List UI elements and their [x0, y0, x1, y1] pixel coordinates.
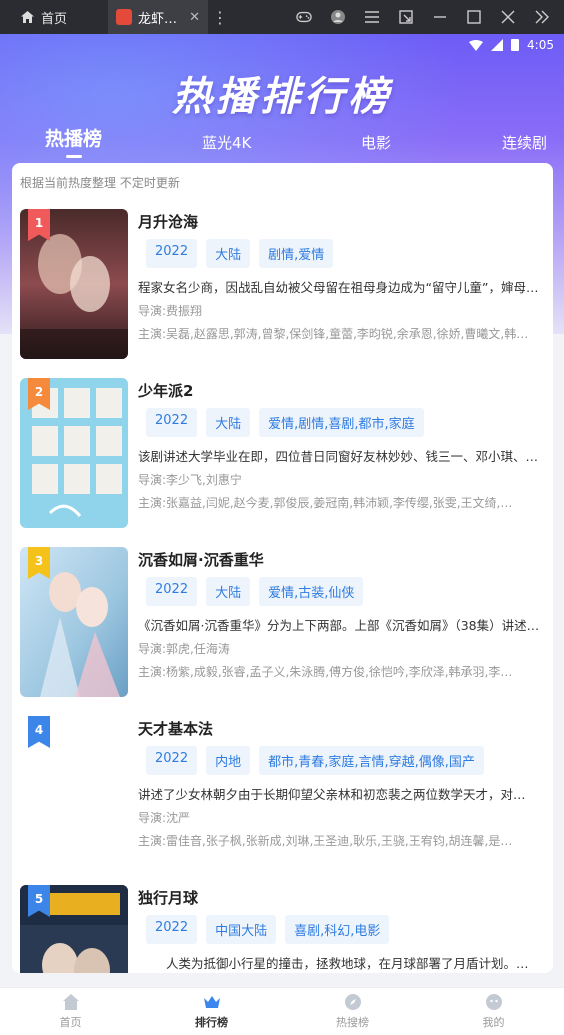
item-description: 人类为抵御小行星的撞击，拯救地球，在月球部署了月盾计划。…: [166, 956, 529, 971]
item-description: 该剧讲述大学毕业在即，四位昔日同窗好友林妙妙、钱三一、邓小琪、江天昊…: [138, 449, 543, 464]
item-title[interactable]: 天才基本法: [138, 718, 213, 739]
item-cast: 主演:雷佳音,张子枫,张新成,刘琳,王圣迪,耿乐,王骁,王宥钧,胡连馨,是…: [138, 834, 513, 848]
item-description: 程家女名少商，因战乱自幼被父母留在祖母身边成为“留守儿童”，婶母苛刻…: [138, 280, 543, 295]
wifi-icon: [469, 39, 484, 51]
collapse-icon[interactable]: [534, 9, 550, 25]
tab-bluray-4k[interactable]: 蓝光4K: [202, 132, 251, 153]
minimize-icon[interactable]: [432, 9, 448, 25]
gamepad-icon[interactable]: [296, 9, 312, 25]
tag-year[interactable]: 2022: [146, 746, 198, 775]
tab-movie[interactable]: 电影: [361, 132, 391, 153]
user-circle-icon[interactable]: [330, 9, 346, 25]
category-tabs: 热播榜 蓝光4K 电影 连续剧: [0, 124, 564, 164]
tab-label: 蓝光4K: [202, 134, 252, 152]
tag-genre[interactable]: 爱情,剧情,喜剧,都市,家庭: [259, 408, 424, 437]
tag-genre[interactable]: 都市,青春,家庭,言情,穿越,偶像,国产: [259, 746, 484, 775]
tag-year[interactable]: 2022: [146, 408, 198, 437]
nav-home[interactable]: 首页: [0, 988, 141, 1035]
item-description: 讲述了少女林朝夕由于长期仰望父亲林和初恋裴之两位数学天才，对…: [138, 787, 526, 802]
tag-region[interactable]: 大陆: [206, 239, 251, 268]
nav-label: 排行榜: [195, 1016, 228, 1029]
tab-series[interactable]: 连续剧: [502, 132, 547, 153]
tab-label: 热播榜: [45, 128, 103, 150]
status-bar: 4:05: [469, 38, 554, 52]
item-cast: 主演:张嘉益,闫妮,赵今麦,郭俊辰,姜冠南,韩沛颖,李传缨,张雯,王文绮,…: [138, 496, 513, 510]
battery-icon: [511, 39, 520, 51]
nav-ranking[interactable]: 排行榜: [141, 988, 282, 1035]
app-tab-label: 龙虾…: [138, 11, 178, 27]
phone-screen: 4:05 热播排行榜 热播榜 蓝光4K 电影 连续剧 根据当前热度整理 不定时更…: [0, 34, 564, 1035]
close-icon[interactable]: [500, 9, 516, 25]
tag-genre[interactable]: 爱情,古装,仙侠: [259, 577, 364, 606]
item-director: 导演:李少飞,刘惠宁: [138, 473, 242, 487]
ranking-list: 根据当前热度整理 不定时更新 1 月升沧海 2022 大陆 剧情,爱情 程家女名…: [12, 163, 553, 973]
tab-hot[interactable]: 热播榜: [45, 124, 103, 158]
tag-year[interactable]: 2022: [146, 915, 198, 944]
tag-genre[interactable]: 剧情,爱情: [259, 239, 334, 268]
crown-icon: [203, 996, 220, 1008]
list-subtitle: 根据当前热度整理 不定时更新: [20, 176, 180, 190]
app-icon: [116, 9, 132, 25]
tab-label: 电影: [361, 134, 392, 152]
tag-group: 2022 内地 都市,青春,家庭,言情,穿越,偶像,国产: [146, 746, 484, 775]
list-item[interactable]: 1 月升沧海 2022 大陆 剧情,爱情 程家女名少商，因战乱自幼被父母留在祖母…: [20, 209, 545, 359]
item-director: 导演:沈严: [138, 811, 191, 825]
page-title: 热播排行榜: [172, 74, 392, 120]
item-description: 《沉香如屑·沉香重华》分为上下两部。上部《沉香如屑》（38集）讲述…: [138, 618, 540, 633]
list-item[interactable]: 4 天才基本法 2022 内地 都市,青春,家庭,言情,穿越,偶像,国产 讲述了…: [20, 716, 545, 866]
home-icon: [21, 11, 34, 23]
item-cast: 主演:吴磊,赵露思,郭涛,曾黎,保剑锋,童蕾,李昀锐,余承恩,徐娇,曹曦文,韩…: [138, 327, 529, 341]
item-title[interactable]: 独行月球: [138, 887, 198, 908]
list-item[interactable]: 2 少年派2 2022 大陆 爱情,剧情,喜剧,都市,家庭 该剧讲述大学毕业在即…: [20, 378, 545, 528]
status-time: 4:05: [527, 38, 554, 52]
tag-year[interactable]: 2022: [146, 577, 198, 606]
item-director: 导演:费振翔: [138, 304, 203, 318]
more-icon[interactable]: ⋮: [208, 8, 232, 27]
tag-group: 2022 大陆 爱情,剧情,喜剧,都市,家庭: [146, 408, 424, 437]
tag-region[interactable]: 大陆: [206, 577, 251, 606]
tag-genre[interactable]: 喜剧,科幻,电影: [285, 915, 390, 944]
nav-label: 首页: [59, 1016, 82, 1029]
tab-active-indicator: [65, 155, 82, 158]
item-title[interactable]: 沉香如屑·沉香重华: [138, 549, 264, 570]
tag-region[interactable]: 大陆: [206, 408, 251, 437]
home-tab-label: 首页: [41, 11, 68, 27]
tag-region[interactable]: 内地: [206, 746, 251, 775]
item-director: 导演:郭虎,任海涛: [138, 642, 230, 656]
profile-icon: [485, 994, 502, 1010]
item-cast: 主演:杨紫,成毅,张睿,孟子义,朱泳腾,傅方俊,徐恺吟,李欣泽,韩承羽,李…: [138, 665, 513, 679]
home-icon: [62, 994, 79, 1010]
maximize-icon[interactable]: [466, 9, 482, 25]
tag-region[interactable]: 中国大陆: [206, 915, 277, 944]
emulator-app-tab[interactable]: 龙虾… ✕: [108, 0, 208, 34]
list-item[interactable]: 5 独行月球 2022 中国大陆 喜剧,科幻,电影 人类为抵御小行星的撞击，拯救…: [20, 885, 545, 973]
item-title[interactable]: 月升沧海: [138, 211, 198, 232]
signal-icon: [491, 39, 504, 51]
tag-group: 2022 中国大陆 喜剧,科幻,电影: [146, 915, 390, 944]
item-title[interactable]: 少年派2: [138, 380, 193, 401]
nav-label: 热搜榜: [336, 1016, 369, 1029]
emulator-titlebar: 首页 龙虾… ✕ ⋮: [0, 0, 564, 34]
tag-group: 2022 大陆 爱情,古装,仙侠: [146, 577, 364, 606]
tag-year[interactable]: 2022: [146, 239, 198, 268]
tab-label: 连续剧: [502, 134, 548, 152]
emulator-home-tab[interactable]: 首页: [0, 8, 108, 27]
tag-group: 2022 大陆 剧情,爱情: [146, 239, 334, 268]
nav-profile[interactable]: 我的: [423, 988, 564, 1035]
popout-icon[interactable]: [398, 9, 414, 25]
list-item[interactable]: 3 沉香如屑·沉香重华 2022 大陆 爱情,古装,仙侠 《沉香如屑·沉香重华》…: [20, 547, 545, 697]
bottom-navigation: 首页 排行榜 热搜榜 我的: [0, 987, 564, 1035]
nav-hot-search[interactable]: 热搜榜: [282, 988, 423, 1035]
compass-icon: [344, 994, 361, 1010]
tab-close-icon[interactable]: ✕: [189, 10, 200, 25]
menu-icon[interactable]: [364, 9, 380, 25]
nav-label: 我的: [482, 1016, 505, 1029]
